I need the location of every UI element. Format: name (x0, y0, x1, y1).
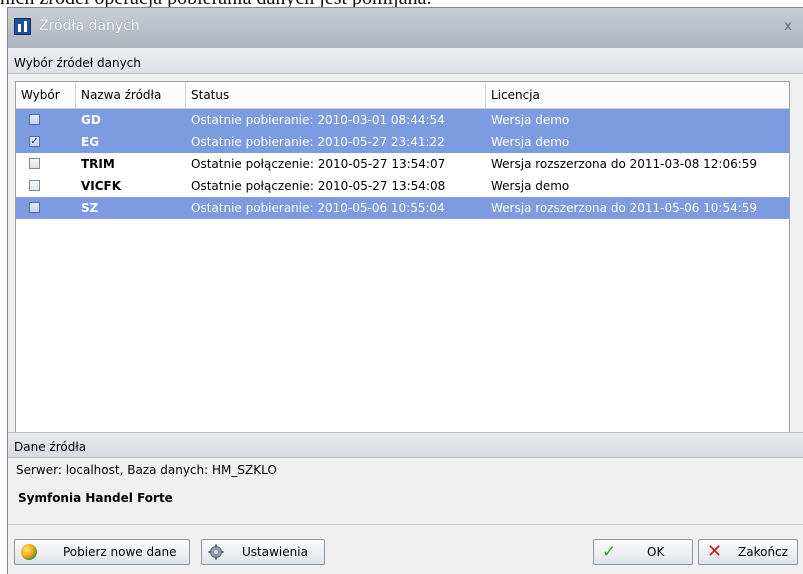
fetch-data-button[interactable]: Pobierz nowe dane (14, 539, 190, 565)
table-row[interactable]: TRIM Ostatnie połączenie: 2010-05-27 13:5… (16, 153, 789, 175)
source-name: SZ (81, 201, 99, 215)
select-checkbox[interactable] (29, 158, 40, 169)
source-name: VICFK (81, 179, 122, 193)
source-status: Ostatnie pobieranie: 2010-05-06 10:55:04 (191, 201, 445, 215)
source-license: Wersja rozszerzona do 2011-05-06 10:54:5… (491, 201, 758, 215)
source-status: Ostatnie pobieranie: 2010-03-01 08:44:54 (191, 113, 445, 127)
ok-button[interactable]: ✓ OK (593, 539, 693, 565)
column-header-select[interactable]: Wybór (16, 82, 76, 108)
select-checkbox[interactable] (29, 202, 40, 213)
settings-label: Ustawienia (242, 545, 308, 559)
program-name: Symfonia Handel Forte (18, 491, 173, 505)
source-status: Ostatnie pobieranie: 2010-05-27 23:41:22 (191, 135, 445, 149)
select-cell (16, 109, 76, 131)
column-header-name[interactable]: Nazwa źródła (76, 82, 186, 108)
select-cell (16, 153, 76, 175)
fetch-data-label: Pobierz nowe dane (63, 545, 177, 559)
table-body: GD Ostatnie pobieranie: 2010-03-01 08:44:… (16, 109, 789, 219)
globe-icon (21, 544, 37, 560)
close-button[interactable]: x (781, 20, 795, 34)
source-license: Wersja demo (491, 135, 570, 149)
column-header-status[interactable]: Status (186, 82, 486, 108)
exit-label: Zakończ (738, 545, 788, 559)
sources-section-header: Wybór źródeł danych (8, 48, 803, 74)
sources-table: Wybór Nazwa źródła Status Licencja GD Ost… (15, 81, 790, 436)
settings-button[interactable]: Ustawienia (201, 539, 325, 565)
table-row[interactable]: GD Ostatnie pobieranie: 2010-03-01 08:44:… (16, 109, 789, 131)
source-details-header: Dane źródła (8, 432, 803, 458)
source-status: Ostatnie połączenie: 2010-05-27 13:54:07 (191, 157, 446, 171)
column-header-license[interactable]: Licencja (486, 82, 789, 108)
source-name: GD (81, 113, 101, 127)
table-row[interactable]: VICFK Ostatnie połączenie: 2010-05-27 13:… (16, 175, 789, 197)
x-icon: ✕ (707, 541, 723, 562)
table-row[interactable]: ✓ EG Ostatnie pobieranie: 2010-05-27 23:41… (16, 131, 789, 153)
check-icon: ✓ (602, 542, 617, 562)
source-license: Wersja demo (491, 113, 570, 127)
data-sources-dialog: Źródła danych x Wybór źródeł danych Wybó… (7, 7, 803, 574)
source-license: Wersja demo (491, 179, 570, 193)
source-name: EG (81, 135, 100, 149)
source-license: Wersja rozszerzona do 2011-03-08 12:06:5… (491, 157, 758, 171)
gear-icon (208, 544, 224, 560)
exit-button[interactable]: ✕ Zakończ (698, 539, 798, 565)
source-status: Ostatnie połączenie: 2010-05-27 13:54:08 (191, 179, 446, 193)
server-info: Serwer: localhost, Baza danych: HM_SZKLO (16, 463, 277, 477)
window-title: Źródła danych (39, 18, 140, 34)
select-checkbox[interactable] (29, 180, 40, 191)
select-cell (16, 197, 76, 219)
title-bar[interactable]: Źródła danych x (8, 8, 803, 48)
source-name: TRIM (81, 157, 115, 171)
ok-label: OK (647, 545, 665, 559)
select-checkbox[interactable] (29, 114, 40, 125)
table-row[interactable]: SZ Ostatnie pobieranie: 2010-05-06 10:55:… (16, 197, 789, 219)
select-checkbox[interactable]: ✓ (29, 136, 40, 147)
footer-divider (8, 524, 803, 525)
select-cell (16, 175, 76, 197)
select-cell: ✓ (16, 131, 76, 153)
table-header: Wybór Nazwa źródła Status Licencja (16, 82, 789, 109)
app-icon (14, 18, 31, 35)
